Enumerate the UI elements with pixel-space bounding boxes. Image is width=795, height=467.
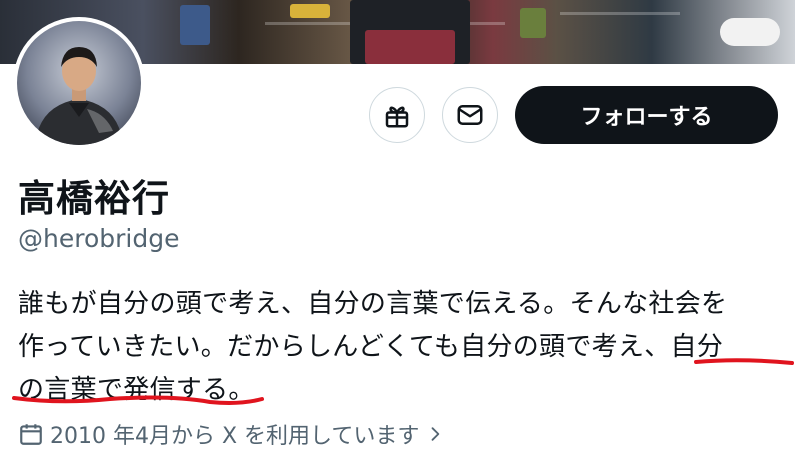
banner-figure <box>180 5 210 45</box>
message-button[interactable] <box>442 87 498 143</box>
chevron-right-icon <box>431 427 440 441</box>
banner-figure <box>520 8 546 38</box>
avatar-photo <box>17 21 141 145</box>
banner-figure <box>290 4 330 18</box>
gift-button[interactable] <box>369 87 425 143</box>
follow-button[interactable]: フォローする <box>515 86 778 144</box>
envelope-icon <box>457 105 483 125</box>
banner-shelf <box>560 12 680 15</box>
joined-date[interactable]: 2010 年4月から X を利用しています <box>18 418 445 450</box>
banner-person-pants <box>365 30 455 64</box>
joined-text: 2010 年4月から X を利用しています <box>50 424 420 449</box>
bio-line: の言葉で発信する。 <box>18 375 255 405</box>
calendar-icon <box>20 424 42 445</box>
bio-line: 作っていきたい。だからしんどくても自分の頭で考え、自分 <box>18 332 724 362</box>
bio-line: 誰もが自分の頭で考え、自分の言葉で伝える。そんな社会を <box>18 289 728 319</box>
profile-avatar[interactable] <box>13 17 145 149</box>
profile-name: 高橋裕行 <box>18 177 170 220</box>
profile-bio: 誰もが自分の頭で考え、自分の言葉で伝える。そんな社会を 作っていきたい。だからし… <box>18 283 788 412</box>
banner-figure <box>720 18 780 46</box>
gift-icon <box>385 106 409 128</box>
profile-handle: @herobridge <box>18 224 180 253</box>
